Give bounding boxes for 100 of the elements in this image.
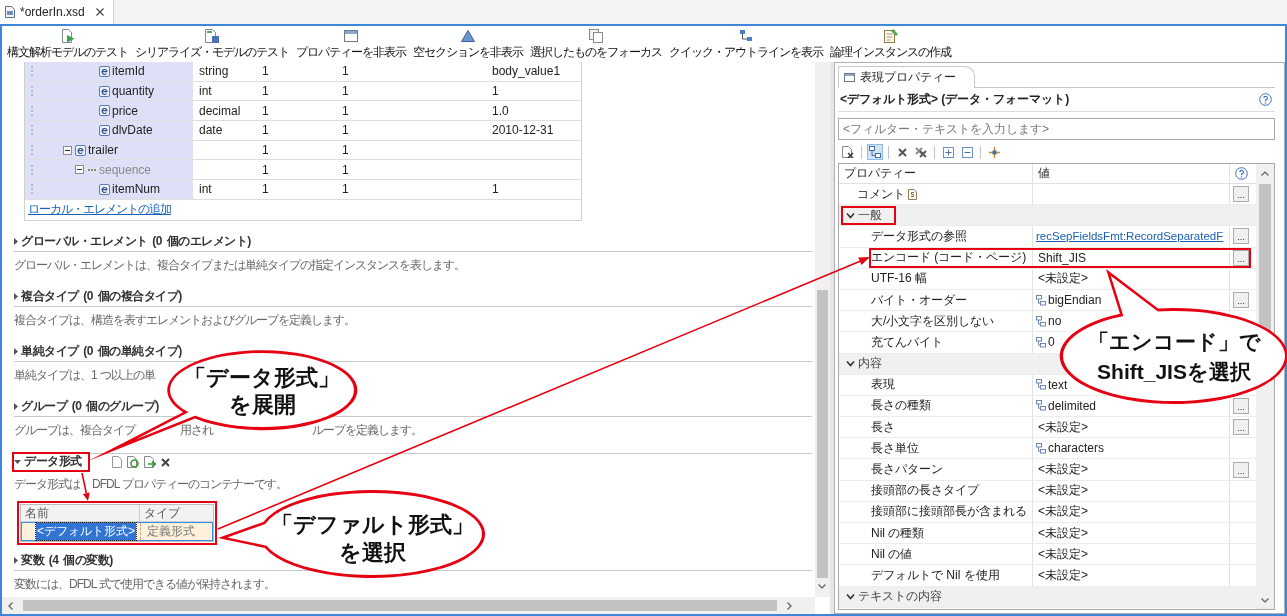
delete-icon[interactable] <box>160 457 170 467</box>
document-icon[interactable] <box>111 456 122 469</box>
property-value: <未設定> <box>1037 482 1088 500</box>
caret-right-icon[interactable] <box>14 403 18 411</box>
drag-handle-icon[interactable] <box>31 145 33 156</box>
toolbar-button[interactable]: 論理インスタンスの作成 <box>830 26 951 59</box>
column-header[interactable]: 値 <box>1038 165 1050 182</box>
chevron-left-icon[interactable] <box>8 601 13 610</box>
section-description: グループは、複合タイプ <box>14 423 135 438</box>
browse-button[interactable]: ... <box>1233 461 1249 478</box>
drag-handle-icon[interactable] <box>31 66 33 77</box>
property-name: 接頭部に接頭部長が含まれる <box>871 503 1027 521</box>
drag-handle-icon[interactable] <box>31 105 33 116</box>
help-icon[interactable] <box>1234 167 1248 180</box>
tree-icon <box>740 30 752 42</box>
tool-button[interactable] <box>840 144 856 160</box>
hierarchy-icon <box>1036 400 1046 412</box>
table-cell: 定義形式 <box>146 522 196 540</box>
drag-handle-icon[interactable] <box>31 86 33 97</box>
notepad-icon <box>883 29 898 43</box>
view-tab[interactable]: 表現プロパティー <box>838 66 975 88</box>
caret-right-icon[interactable] <box>14 238 18 246</box>
document-refresh-icon[interactable] <box>126 456 139 469</box>
toolbar-button[interactable]: シリアライズ・モデルのテスト <box>135 26 289 59</box>
toolbar-button[interactable]: クイック・アウトラインを表示 <box>669 26 823 59</box>
drag-handle-icon[interactable] <box>31 164 33 175</box>
name-cell[interactable]: price <box>25 101 193 121</box>
column-header[interactable]: プロパティー <box>844 165 916 182</box>
table-cell: 1 <box>342 123 349 138</box>
section-heading[interactable]: 単純タイプ (0 個の単純タイプ) <box>14 343 182 361</box>
section-heading[interactable]: データ形式 <box>14 453 82 471</box>
callout-text: を展開 <box>228 391 296 418</box>
scrollbar-thumb[interactable] <box>817 290 828 578</box>
category-toggle[interactable]: 内容 <box>841 354 896 374</box>
chevron-right-icon[interactable] <box>787 601 792 610</box>
drag-handle-icon[interactable] <box>31 125 33 136</box>
value-link[interactable]: recSepFieldsFmt:RecordSeparatedF <box>1036 230 1224 243</box>
scrollbar-thumb[interactable] <box>1259 184 1271 334</box>
section-description: 単純タイプは、1 つ以上の単 <box>14 367 155 385</box>
table-cell: date <box>199 123 223 138</box>
chevron-down-icon[interactable] <box>818 584 826 589</box>
property-value: <未設定> <box>1037 566 1088 584</box>
browse-button[interactable]: ... <box>1233 228 1249 245</box>
chevron-down-icon[interactable] <box>1261 598 1269 603</box>
chevron-down-icon[interactable] <box>846 210 855 220</box>
letter-e-icon <box>99 124 110 136</box>
help-icon[interactable] <box>1259 93 1272 106</box>
name-cell[interactable]: dlvDate <box>25 121 193 140</box>
filter-field[interactable]: <フィルター・テキストを入力します> <box>838 118 1275 140</box>
section-heading[interactable]: グローバル・エレメント (0 個のエレメント) <box>14 233 251 251</box>
element-name: itemId <box>112 64 145 79</box>
caret-right-icon[interactable] <box>14 293 18 301</box>
section-description: 複合タイプは、構造を表すエレメントおよびグループを定義します。 <box>14 312 355 330</box>
close-icon[interactable] <box>95 8 104 16</box>
column-header[interactable]: タイプ <box>140 504 213 521</box>
chevron-up-icon[interactable] <box>1261 171 1269 176</box>
chevron-down-icon[interactable] <box>846 359 855 369</box>
table-cell: 1 <box>492 84 499 99</box>
property-value: <未設定> <box>1037 418 1088 436</box>
table-cell: string <box>199 64 229 79</box>
minus-box-icon[interactable] <box>63 145 72 155</box>
tool-button[interactable] <box>913 144 929 160</box>
dots-icon <box>87 167 97 172</box>
property-value: <未設定> <box>1037 503 1088 521</box>
section-heading[interactable]: 変数 (4 個の変数) <box>14 552 113 570</box>
table-cell: decimal <box>199 103 241 118</box>
table-cell: <デフォルト形式> <box>36 522 136 540</box>
toolbar-button[interactable]: プロパティーを非表示 <box>296 26 406 59</box>
name-cell[interactable]: itemId <box>25 62 193 81</box>
category-toggle[interactable]: 一般 <box>841 205 896 225</box>
element-name: sequence <box>99 162 152 177</box>
toolbar-button[interactable]: 選択したものをフォーカス <box>530 26 662 59</box>
hierarchy-icon <box>1036 315 1046 327</box>
drag-handle-icon[interactable] <box>31 184 33 195</box>
callout-text: を選択 <box>338 539 406 567</box>
section-description: グローバル・エレメントは、複合タイプまたは単純タイプの指定インスタンスを表します。 <box>14 257 465 275</box>
toolbar-button[interactable]: 空セクションを非表示 <box>413 26 523 59</box>
scrollbar-thumb[interactable] <box>23 600 777 611</box>
column-header[interactable]: 名前 <box>21 504 140 521</box>
caret-right-icon[interactable] <box>14 348 18 356</box>
browse-button[interactable]: ... <box>1233 419 1249 436</box>
table-cell: 1 <box>342 84 349 99</box>
editor-tab[interactable]: *orderIn.xsd <box>0 0 114 24</box>
section-heading[interactable]: グループ (0 個のグループ) <box>14 398 159 416</box>
document-arrow-icon[interactable] <box>143 456 156 469</box>
toolbar-button[interactable]: 構文解析モデルのテスト <box>7 26 128 59</box>
browse-button[interactable]: ... <box>1233 186 1249 203</box>
browse-button[interactable]: ... <box>1233 292 1249 309</box>
caret-down-icon[interactable] <box>14 459 21 464</box>
pages-icon <box>589 29 603 43</box>
browse-button[interactable]: ... <box>1233 397 1249 414</box>
table-cell: 1 <box>342 64 349 79</box>
chevron-down-icon[interactable] <box>846 592 855 602</box>
caret-right-icon[interactable] <box>14 557 18 565</box>
table-cell: 1 <box>342 162 349 177</box>
name-cell[interactable]: itemNum <box>25 180 193 199</box>
table-cell: 1 <box>262 143 269 158</box>
add-element-link[interactable]: ローカル・エレメントの追加 <box>28 201 171 219</box>
minus-box-icon[interactable] <box>75 165 84 175</box>
section-heading[interactable]: 複合タイプ (0 個の複合タイプ) <box>14 288 182 306</box>
